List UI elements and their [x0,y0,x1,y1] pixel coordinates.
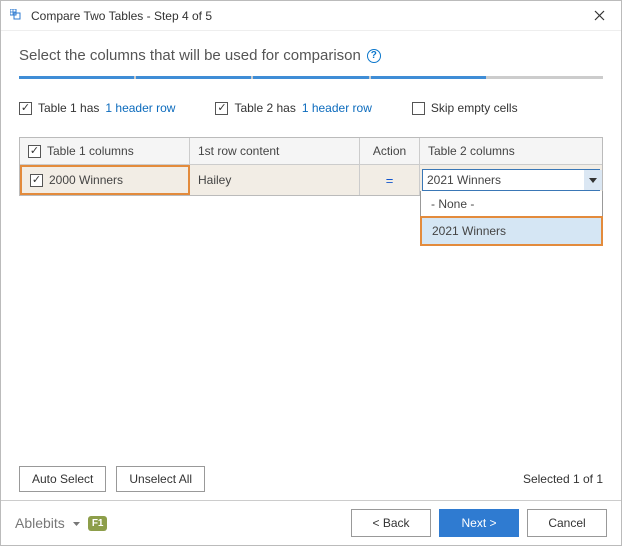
dropdown-option-none[interactable]: - None - [421,191,602,217]
checkbox-icon [30,174,43,187]
dropdown-option-2021-winners[interactable]: 2021 Winners [422,218,601,244]
table2-column-combo[interactable]: 2021 Winners [422,169,600,191]
progress-seg-3 [253,76,368,79]
close-button[interactable] [585,2,613,30]
checkbox-icon [412,102,425,115]
header-first-row-content: 1st row content [190,138,360,164]
row-col2-cell: Hailey [190,165,360,195]
row-col1-cell[interactable]: 2000 Winners [20,165,190,195]
progress-bar [19,76,603,79]
dialog-content: Select the columns that will be used for… [1,31,621,500]
window-title: Compare Two Tables - Step 4 of 5 [31,9,585,23]
options-row: Table 1 has 1 header row Table 2 has 1 h… [19,101,603,115]
unselect-all-button[interactable]: Unselect All [116,466,205,492]
checkbox-icon [215,102,228,115]
dialog-footer: Ablebits F1 < Back Next > Cancel [1,500,621,545]
checkbox-icon [28,145,41,158]
equals-icon: = [386,173,394,188]
header-action: Action [360,138,420,164]
progress-seg-1 [19,76,134,79]
checkbox-icon [19,102,32,115]
table2-header-link[interactable]: 1 header row [302,101,372,115]
header-col1-label: Table 1 columns [47,144,134,158]
columns-grid: Table 1 columns 1st row content Action T… [19,137,603,196]
progress-seg-5 [488,76,603,79]
back-button[interactable]: < Back [351,509,431,537]
table1-header-checkbox[interactable]: Table 1 has 1 header row [19,101,175,115]
help-f1-badge[interactable]: F1 [88,516,108,531]
row-action-cell[interactable]: = [360,165,420,195]
header-col4-label: Table 2 columns [428,144,515,158]
next-button[interactable]: Next > [439,509,519,537]
brand-label[interactable]: Ablebits [15,515,65,531]
table1-header-link[interactable]: 1 header row [105,101,175,115]
cancel-button[interactable]: Cancel [527,509,607,537]
selected-count-label: Selected 1 of 1 [523,472,603,486]
titlebar: Compare Two Tables - Step 4 of 5 [1,1,621,31]
progress-seg-4 [371,76,486,79]
combo-caret[interactable] [584,170,602,190]
chevron-down-icon [73,522,80,526]
auto-select-button[interactable]: Auto Select [19,466,106,492]
brand-menu-caret[interactable] [73,518,80,528]
progress-seg-2 [136,76,251,79]
step-subtitle: Select the columns that will be used for… [19,47,603,64]
table2-header-checkbox[interactable]: Table 2 has 1 header row [215,101,371,115]
row-col2-text: Hailey [198,173,231,187]
header-table2-columns: Table 2 columns [420,138,602,164]
header-col3-label: Action [373,144,406,158]
row-col1-text: 2000 Winners [49,173,123,187]
header-table1-columns[interactable]: Table 1 columns [20,138,190,164]
combo-selected-text: 2021 Winners [427,173,501,187]
close-icon [594,10,605,21]
skip-empty-label: Skip empty cells [431,101,518,115]
chevron-down-icon [589,178,597,183]
table2-prefix: Table 2 has [234,101,295,115]
header-col2-label: 1st row content [198,144,279,158]
table1-prefix: Table 1 has [38,101,99,115]
subtitle-text: Select the columns that will be used for… [19,47,361,64]
help-icon[interactable]: ? [367,49,381,63]
app-icon [9,8,25,24]
grid-actions-row: Auto Select Unselect All Selected 1 of 1 [19,456,603,492]
skip-empty-checkbox[interactable]: Skip empty cells [412,101,518,115]
dialog-window: Compare Two Tables - Step 4 of 5 Select … [0,0,622,546]
grid-header-row: Table 1 columns 1st row content Action T… [20,138,602,165]
table2-column-dropdown: - None - 2021 Winners [420,191,603,246]
